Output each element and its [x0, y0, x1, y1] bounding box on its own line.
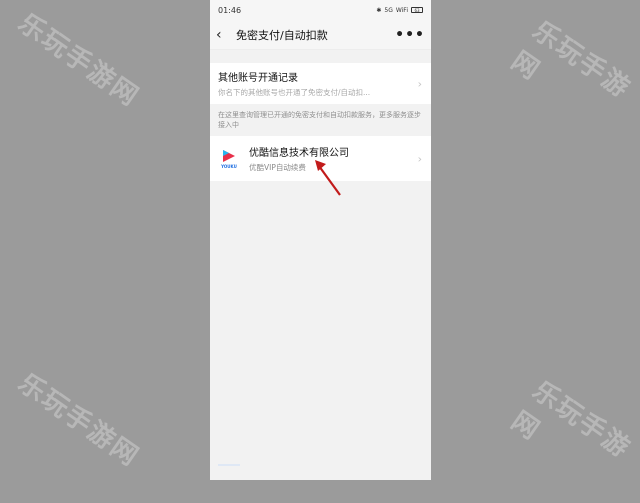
- status-bar: 01:46 ✱ 5G WiFi 63: [210, 0, 431, 20]
- record-title: 其他账号开通记录: [218, 73, 298, 84]
- watermark: 乐玩手游网: [12, 368, 145, 473]
- phone-screen: 01:46 ✱ 5G WiFi 63 ‹ 免密支付/自动扣款 ••• 其他账号开…: [210, 0, 431, 480]
- youku-logo: YOUKU: [218, 146, 240, 172]
- logo-text: YOUKU: [221, 163, 237, 169]
- status-icons: ✱ 5G WiFi 63: [376, 7, 423, 14]
- info-note: 在这里查询管理已开通的免密支付和自动扣款服务，更多服务逐步接入中: [218, 111, 421, 129]
- red-pointer-arrow-icon: [315, 160, 341, 196]
- chevron-right-icon: ›: [417, 77, 422, 90]
- other-accounts-record[interactable]: 其他账号开通记录 你名下的其他账号也开通了免密支付/自动扣... ›: [210, 63, 431, 104]
- signal-icon: 5G: [384, 6, 393, 14]
- record-subtitle: 你名下的其他账号也开通了免密支付/自动扣...: [218, 88, 371, 97]
- back-arrow-icon[interactable]: ‹: [216, 27, 232, 43]
- chevron-right-icon: ›: [417, 152, 422, 165]
- bluetooth-icon: ✱: [376, 6, 382, 14]
- status-time: 01:46: [218, 5, 242, 15]
- watermark: 乐玩手游网: [505, 15, 636, 105]
- home-indicator: [218, 464, 240, 466]
- wifi-icon: WiFi: [395, 6, 408, 14]
- watermark: 乐玩手游网: [505, 375, 636, 465]
- battery-icon: 63: [411, 7, 423, 13]
- nav-bar: ‹ 免密支付/自动扣款 •••: [210, 20, 431, 50]
- more-menu-icon[interactable]: •••: [395, 27, 425, 43]
- page-title: 免密支付/自动扣款: [236, 28, 328, 42]
- watermark: 乐玩手游网: [12, 8, 145, 113]
- youku-play-icon: [223, 149, 235, 162]
